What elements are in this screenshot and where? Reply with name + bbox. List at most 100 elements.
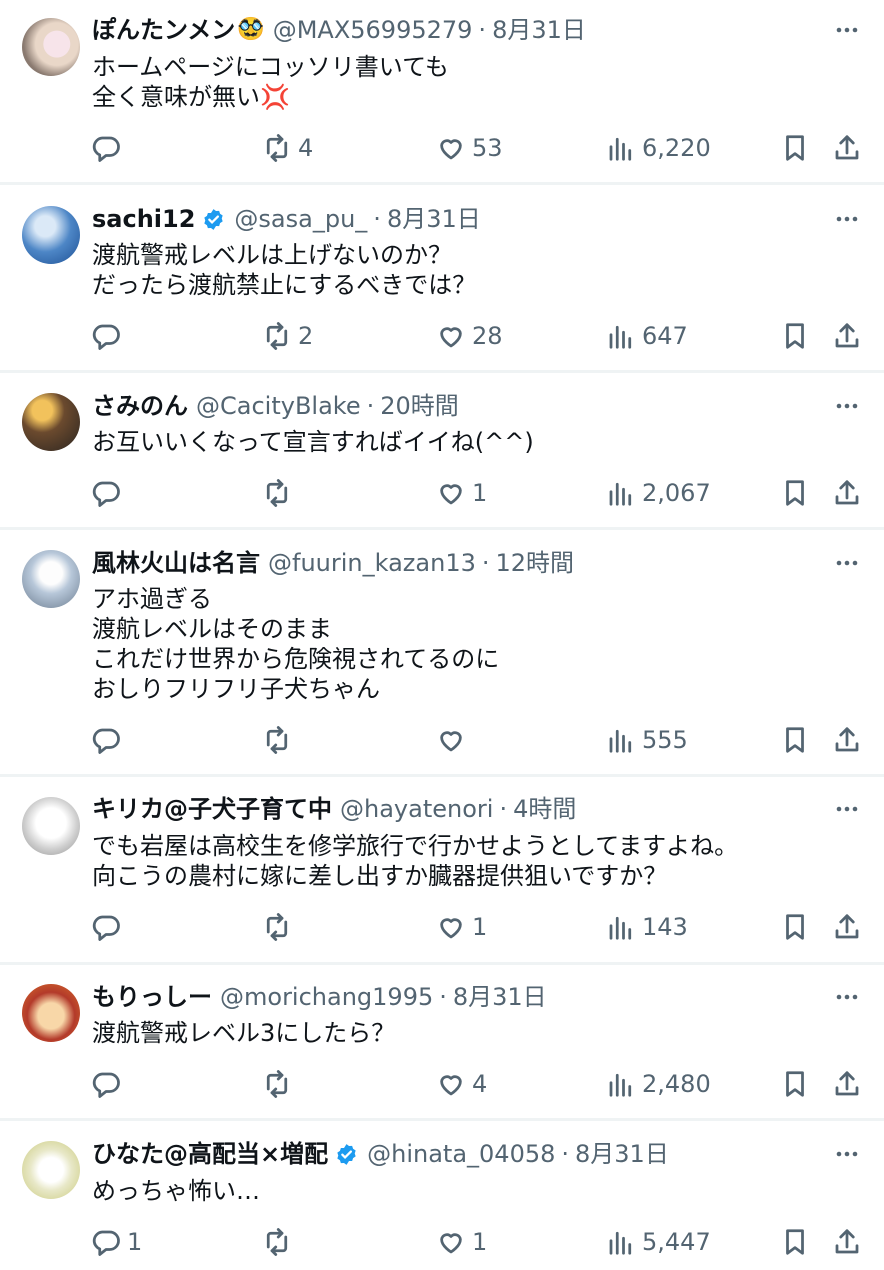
post-text-line: おしりフリフリ子犬ちゃん [92,675,380,703]
reply-button[interactable]: 1 [91,1222,142,1262]
timestamp[interactable]: 8月31日 [492,14,586,46]
bookmark-button[interactable] [780,473,810,513]
more-icon [836,1151,858,1157]
avatar[interactable] [22,797,80,855]
display-name[interactable]: さみのん [92,390,188,422]
views-button[interactable]: 6,220 [606,128,711,168]
views-button[interactable]: 2,067 [606,473,711,513]
repost-icon [266,134,288,162]
more-button[interactable] [832,982,862,1012]
repost-button[interactable] [262,1064,298,1104]
handle[interactable]: @sasa_pu_ [234,203,367,235]
display-name[interactable]: sachi12 [92,203,195,235]
bookmark-button[interactable] [780,720,810,760]
avatar[interactable] [22,550,80,608]
bookmark-button[interactable] [780,1222,810,1262]
reply-button[interactable] [91,473,127,513]
display-name[interactable]: ぽんたンメン [92,14,235,46]
post-header: sachi12 @sasa_pu_ · 8月31日 [92,203,481,235]
timestamp[interactable]: 8月31日 [575,1138,669,1170]
repost-icon [266,479,288,507]
timestamp[interactable]: 8月31日 [453,981,547,1013]
views-button[interactable]: 555 [606,720,688,760]
reply-button[interactable] [91,316,127,356]
views-button[interactable]: 647 [606,316,688,356]
like-button[interactable]: 1 [436,907,487,947]
handle[interactable]: @hinata_04058 [367,1138,555,1170]
like-button[interactable]: 53 [436,128,503,168]
more-button[interactable] [832,1139,862,1169]
avatar[interactable] [22,206,80,264]
post-divider [0,370,884,373]
repost-count: 2 [298,322,314,350]
post-text-line: めっちゃ怖い… [92,1177,260,1205]
like-button[interactable] [436,720,472,760]
separator-dot: · [373,205,381,233]
more-button[interactable] [832,204,862,234]
handle[interactable]: @hayatenori [340,793,493,825]
like-button[interactable]: 1 [436,1222,487,1262]
more-button[interactable] [832,391,862,421]
timestamp[interactable]: 4時間 [513,793,576,825]
share-button[interactable] [832,128,862,168]
avatar[interactable] [22,393,80,451]
bookmark-button[interactable] [780,1064,810,1104]
share-button[interactable] [832,1222,862,1262]
like-button[interactable]: 1 [436,473,487,513]
share-button[interactable] [832,1064,862,1104]
repost-button[interactable] [262,1222,298,1262]
handle[interactable]: @fuurin_kazan13 [268,547,476,579]
repost-icon [266,726,288,754]
views-button[interactable]: 5,447 [606,1222,711,1262]
bookmark-button[interactable] [780,316,810,356]
post-divider [0,962,884,965]
display-name[interactable]: キリカ@子犬子育て中 [92,793,332,825]
reply-button[interactable] [91,128,127,168]
like-button[interactable]: 4 [436,1064,487,1104]
more-button[interactable] [832,548,862,578]
handle[interactable]: @CacityBlake [196,390,361,422]
separator-dot: · [561,1140,570,1168]
bookmark-button[interactable] [780,128,810,168]
reply-count: 1 [127,1228,143,1256]
share-button[interactable] [832,473,862,513]
repost-button[interactable]: 4 [262,128,313,168]
repost-button[interactable] [262,907,298,947]
repost-button[interactable]: 2 [262,316,313,356]
timestamp[interactable]: 12時間 [496,547,575,579]
display-name[interactable]: 風林火山は名言 [92,547,260,579]
heart-icon [440,484,462,505]
share-icon [835,1071,859,1096]
views-button[interactable]: 2,480 [606,1064,711,1104]
display-name[interactable]: もりっしー [92,981,212,1013]
post-divider [0,527,884,530]
repost-button[interactable] [262,473,298,513]
views-icon [609,916,632,940]
timestamp[interactable]: 20時間 [380,390,459,422]
views-count: 2,480 [642,1070,711,1098]
share-button[interactable] [832,907,862,947]
avatar[interactable] [22,18,80,76]
avatar[interactable] [22,984,80,1042]
share-button[interactable] [832,720,862,760]
views-button[interactable]: 143 [606,907,688,947]
bookmark-icon [786,1071,804,1097]
reply-button[interactable] [91,907,127,947]
reply-button[interactable] [91,720,127,760]
share-button[interactable] [832,316,862,356]
handle[interactable]: @morichang1995 [220,981,433,1013]
like-button[interactable]: 28 [436,316,503,356]
avatar[interactable] [22,1141,80,1199]
views-count: 143 [642,913,688,941]
more-button[interactable] [832,794,862,824]
heart-icon [440,731,462,752]
handle[interactable]: @MAX56995279 [273,14,473,46]
bookmark-button[interactable] [780,907,810,947]
timestamp[interactable]: 8月31日 [387,203,481,235]
display-name[interactable]: ひなた@高配当×増配 [92,1138,328,1170]
reply-button[interactable] [91,1064,127,1104]
verified-badge-icon [204,208,224,230]
more-button[interactable] [832,15,862,45]
repost-button[interactable] [262,720,298,760]
share-icon [835,727,859,752]
